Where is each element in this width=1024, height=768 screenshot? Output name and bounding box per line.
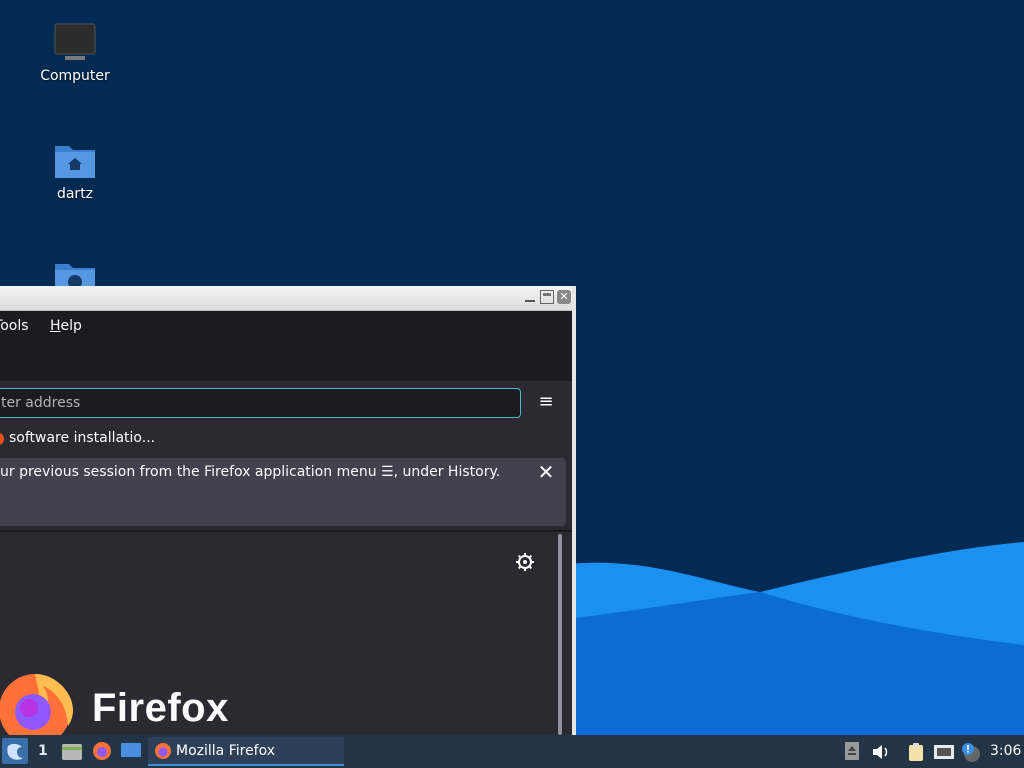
- maximize-button[interactable]: [540, 290, 554, 304]
- session-restore-notification: ur previous session from the Firefox app…: [0, 458, 566, 526]
- menu-help[interactable]: Help: [50, 318, 82, 334]
- new-tab-page: [0, 530, 572, 735]
- home-folder-icon: [55, 146, 95, 178]
- firefox-launcher-icon[interactable]: [92, 741, 112, 761]
- clock[interactable]: 3:06: [990, 743, 1021, 759]
- menu-tools[interactable]: Tools: [0, 318, 29, 334]
- desktop-icon[interactable]: [121, 743, 141, 759]
- notification-message: ur previous session from the Firefox app…: [0, 464, 501, 480]
- clipboard-icon[interactable]: [906, 742, 926, 762]
- bookmark-favicon-icon: [0, 433, 4, 445]
- taskbar-item-label: Mozilla Firefox: [176, 743, 276, 759]
- content-divider: [0, 530, 572, 532]
- navigation-toolbar: ≡: [0, 381, 572, 427]
- window-titlebar[interactable]: ✕: [0, 286, 572, 311]
- bookmarks-toolbar: software installatio...: [0, 427, 572, 451]
- url-input[interactable]: [1, 389, 501, 417]
- menu-tools-label: ools: [0, 318, 29, 334]
- desktop-icon-label: dartz: [56, 186, 94, 202]
- menu-help-label: elp: [60, 318, 82, 334]
- firefox-window: ✕ Tools Help ≡ software installatio... u…: [0, 286, 576, 735]
- firefox-wordmark: Firefox: [92, 686, 229, 730]
- eject-icon[interactable]: [845, 742, 859, 760]
- menubar: Tools Help: [0, 311, 572, 381]
- start-menu-button[interactable]: [2, 738, 28, 764]
- taskbar-item-firefox[interactable]: Mozilla Firefox: [148, 737, 344, 766]
- taskbar: 1 Mozilla Firefox 3:06: [0, 735, 1024, 768]
- network-icon[interactable]: [933, 742, 955, 762]
- gear-icon[interactable]: [514, 551, 536, 573]
- start-menu-icon: [7, 743, 24, 760]
- scrollbar-thumb[interactable]: [558, 534, 562, 735]
- firefox-logo-icon: [0, 674, 73, 735]
- close-window-button[interactable]: ✕: [557, 290, 571, 304]
- menu-help-mnemonic: H: [50, 318, 61, 334]
- app-menu-button[interactable]: ≡: [534, 390, 558, 414]
- file-manager-icon[interactable]: [62, 742, 82, 760]
- hamburger-menu-icon: ≡: [538, 391, 554, 412]
- desktop: Computer dartz ✕ Tools Help: [0, 0, 1024, 735]
- computer-icon: [54, 23, 96, 60]
- desktop-icon-computer[interactable]: Computer: [20, 22, 130, 84]
- notification-close-button[interactable]: ✕: [536, 462, 556, 482]
- url-bar[interactable]: [0, 388, 521, 418]
- desktop-icon-home[interactable]: dartz: [20, 140, 130, 202]
- desktop-icon-label: Computer: [40, 68, 110, 84]
- minimize-button[interactable]: [523, 290, 537, 304]
- bookmark-software-installation[interactable]: software installatio...: [9, 430, 155, 446]
- firefox-logo-icon: [155, 743, 171, 759]
- update-icon[interactable]: [960, 741, 982, 763]
- workspace-switcher[interactable]: 1: [38, 743, 48, 759]
- volume-icon[interactable]: [871, 743, 891, 761]
